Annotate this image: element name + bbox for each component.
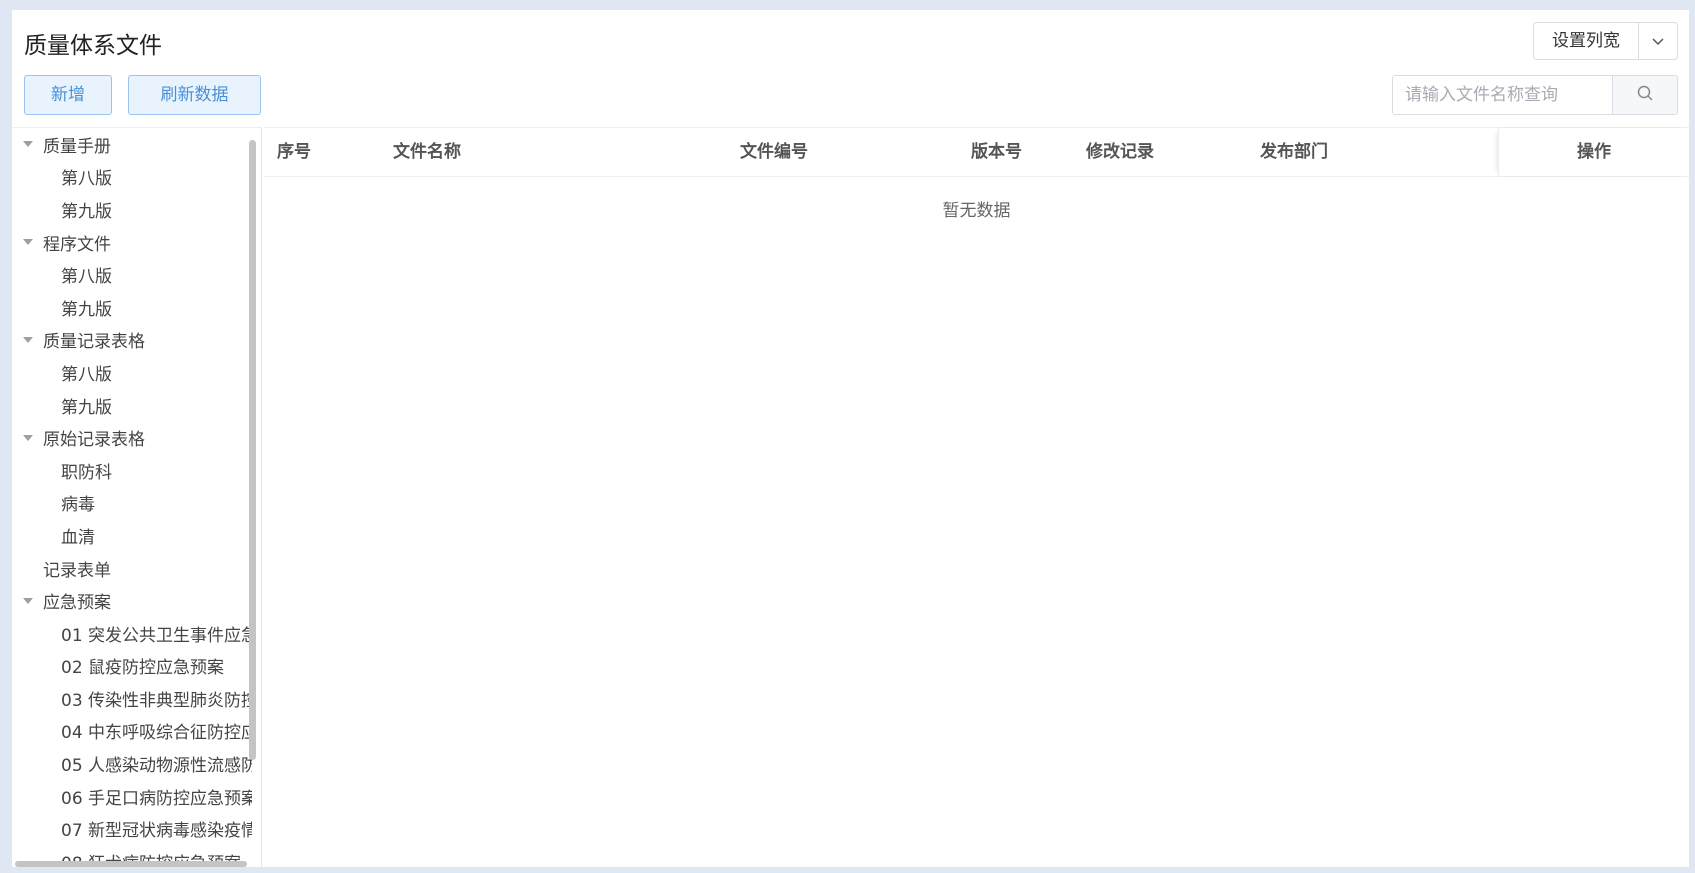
tree-child-node[interactable]: 01 突发公共卫生事件应急 [12, 617, 252, 650]
tree-child-label: 06 手足口病防控应急预案 [61, 788, 252, 809]
tree-child-node[interactable]: 第九版 [12, 291, 252, 324]
tree-node-label: 记录表单 [43, 560, 111, 581]
tree-node[interactable]: 质量记录表格 [12, 324, 252, 357]
tree-child-label: 第八版 [61, 169, 112, 190]
tree-node-label: 程序文件 [43, 234, 111, 255]
search-box [1392, 75, 1678, 115]
tree-child-label: 03 传染性非典型肺炎防控 [61, 690, 252, 711]
main-panel: 质量体系文件 设置列宽 新增 刷新数据 质量手册第八版第九版程序文件第八版第九版… [11, 9, 1690, 868]
tree-horizontal-scrollbar[interactable] [15, 861, 247, 867]
tree-node[interactable]: 原始记录表格 [12, 421, 252, 454]
tree-child-label: 04 中东呼吸综合征防控应 [61, 723, 252, 744]
column-header-file-name[interactable]: 文件名称 [393, 128, 461, 176]
tree-child-label: 07 新型冠状病毒感染疫情 [61, 821, 252, 842]
tree-node[interactable]: 质量手册 [12, 128, 252, 161]
page-title: 质量体系文件 [24, 33, 162, 59]
tree-node[interactable]: 应急预案 [12, 584, 252, 617]
tree-child-node[interactable]: 03 传染性非典型肺炎防控 [12, 682, 252, 715]
tree-child-label: 第九版 [61, 299, 112, 320]
search-icon [1636, 84, 1654, 106]
column-header-index[interactable]: 序号 [277, 128, 311, 176]
column-header-file-code[interactable]: 文件编号 [740, 128, 808, 176]
tree-child-label: 05 人感染动物源性流感防 [61, 756, 252, 777]
tree-child-node[interactable]: 第八版 [12, 258, 252, 291]
tree-child-label: 血清 [61, 527, 95, 548]
tree-child-node[interactable]: 05 人感染动物源性流感防 [12, 747, 252, 780]
caret-down-icon[interactable] [23, 597, 33, 604]
tree-child-node[interactable]: 第八版 [12, 356, 252, 389]
tree-vertical-scrollbar[interactable] [249, 140, 256, 760]
tree-node[interactable]: 记录表单 [12, 552, 252, 585]
tree-child-label: 第八版 [61, 364, 112, 385]
set-column-width-button[interactable]: 设置列宽 [1534, 23, 1639, 59]
tree-node-label: 质量记录表格 [43, 332, 145, 353]
tree-child-label: 第九版 [61, 397, 112, 418]
search-input[interactable] [1393, 76, 1612, 114]
tree-node-label: 应急预案 [43, 593, 111, 614]
tree-child-label: 职防科 [61, 462, 112, 483]
set-column-width-dropdown[interactable]: 设置列宽 [1533, 22, 1678, 60]
caret-down-icon[interactable] [23, 336, 33, 343]
tree-child-node[interactable]: 02 鼠疫防控应急预案 [12, 650, 252, 683]
caret-down-icon[interactable] [23, 239, 33, 246]
caret-down-icon[interactable] [23, 141, 33, 148]
tree-child-node[interactable]: 职防科 [12, 454, 252, 487]
tree-child-node[interactable]: 07 新型冠状病毒感染疫情 [12, 812, 252, 845]
tree-child-node[interactable]: 病毒 [12, 487, 252, 520]
tree-child-node[interactable]: 第八版 [12, 161, 252, 194]
tree-child-label: 02 鼠疫防控应急预案 [61, 658, 225, 679]
search-button[interactable] [1612, 76, 1677, 114]
column-header-version[interactable]: 版本号 [971, 128, 1022, 176]
column-header-department[interactable]: 发布部门 [1260, 128, 1328, 176]
tree-child-label: 01 突发公共卫生事件应急 [61, 625, 252, 646]
tree-child-label: 病毒 [61, 495, 95, 516]
add-button[interactable]: 新增 [24, 75, 112, 115]
tree-child-node[interactable]: 第九版 [12, 193, 252, 226]
tree-child-node[interactable]: 血清 [12, 519, 252, 552]
category-tree: 质量手册 第八版 第九版 程序文件 第八版 第九版 质量记录表格 第八版 第九版 原始记录表格 职防… [12, 127, 262, 867]
chevron-down-icon[interactable] [1639, 23, 1677, 59]
page: 质量体系文件 设置列宽 新增 刷新数据 质量手册第八版第九版程序文件第八版第九版… [0, 0, 1695, 873]
tree-list: 质量手册 第八版 第九版 程序文件 第八版 第九版 质量记录表格 第八版 第九版 原始记录表格 职防… [12, 128, 252, 867]
tree-node[interactable]: 程序文件 [12, 226, 252, 259]
tree-child-node[interactable]: 04 中东呼吸综合征防控应 [12, 715, 252, 748]
empty-state-text: 暂无数据 [942, 201, 1011, 221]
column-header-operations[interactable]: 操作 [1498, 128, 1689, 176]
tree-child-node[interactable]: 第九版 [12, 389, 252, 422]
tree-node-label: 质量手册 [43, 136, 111, 157]
tree-node-label: 原始记录表格 [43, 430, 145, 451]
caret-down-icon[interactable] [23, 434, 33, 441]
tree-child-label: 第八版 [61, 267, 112, 288]
table-header: 序号 文件名称 文件编号 版本号 修改记录 发布部门 操作 [264, 128, 1689, 177]
tree-child-label: 第九版 [61, 201, 112, 222]
tree-child-node[interactable]: 06 手足口病防控应急预案 [12, 780, 252, 813]
column-header-change-history[interactable]: 修改记录 [1086, 128, 1154, 176]
documents-table: 序号 文件名称 文件编号 版本号 修改记录 发布部门 操作 暂无数据 [264, 127, 1689, 868]
refresh-data-button[interactable]: 刷新数据 [128, 75, 261, 115]
